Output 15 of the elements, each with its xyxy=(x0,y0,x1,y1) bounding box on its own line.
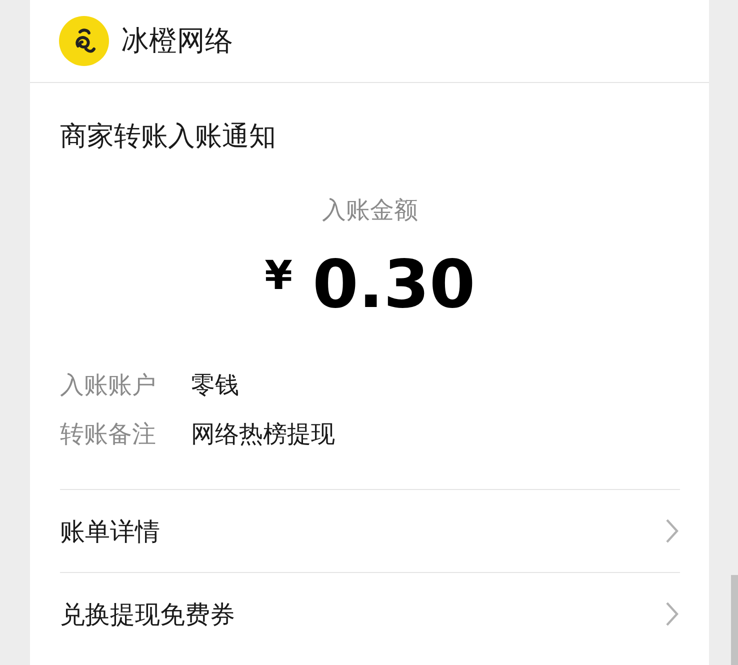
chevron-right-icon xyxy=(664,601,680,627)
logo-icon xyxy=(59,16,109,66)
amount-label: 入账金额 xyxy=(321,195,419,225)
amount-value: 0.30 xyxy=(312,247,476,323)
menu-link[interactable]: 账单详情 xyxy=(60,514,160,548)
currency-symbol: ¥ xyxy=(264,253,292,299)
scrollbar[interactable] xyxy=(731,575,738,665)
detail-label: 转账备注 xyxy=(60,419,157,450)
chevron-right-icon xyxy=(664,518,680,544)
detail-value: 零钱 xyxy=(191,370,239,401)
notice-title: 商家转账入账通知 xyxy=(60,120,277,154)
merchant-name: 冰橙网络 xyxy=(121,23,233,59)
detail-value: 网络热榜提现 xyxy=(191,419,335,450)
detail-label: 入账账户 xyxy=(60,370,157,401)
menu-link[interactable]: 兑换提现免费券 xyxy=(60,598,235,630)
